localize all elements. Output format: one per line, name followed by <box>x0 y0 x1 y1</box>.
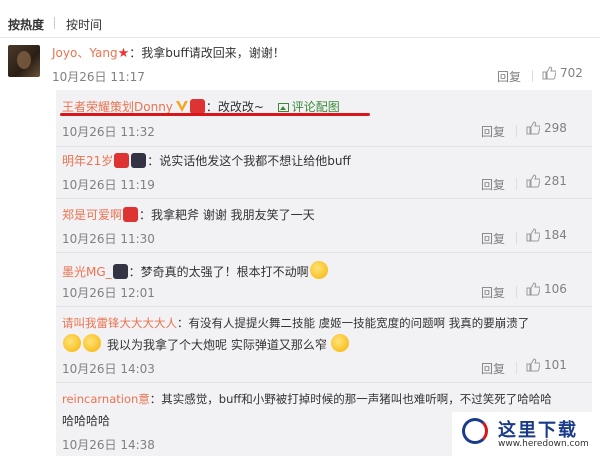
action-divider <box>516 362 517 374</box>
verified-v-icon <box>175 101 188 112</box>
reply-time: 10月26日 14:38 <box>62 438 155 452</box>
like-count: 101 <box>544 358 567 372</box>
reply-text: ：其实感觉，buff和小野被打掉时候的那一声猪叫也难听啊，不过笑死了哈哈哈 <box>149 392 552 406</box>
reply-time: 10月26日 11:30 <box>62 232 155 246</box>
main-comment-text: ：我拿buff请改回来，谢谢！ <box>129 46 285 60</box>
thumbs-up-icon <box>526 174 540 188</box>
crying-emoji-icon <box>330 334 349 352</box>
crying-emoji-icon <box>83 334 101 352</box>
thumbs-up-icon <box>526 282 540 296</box>
level-badge-icon <box>114 153 130 168</box>
reply-line-continued: 哈哈哈哈 <box>62 413 110 429</box>
like-count: 184 <box>544 228 567 242</box>
like-button[interactable]: 101 <box>526 358 567 372</box>
tab-divider <box>54 17 55 29</box>
reply-text: ：说实话他发这个我都不想让给他buff <box>147 154 351 168</box>
main-comment-time: 10月26日 11:17 <box>52 70 145 84</box>
action-divider <box>516 125 517 137</box>
thumbs-up-icon <box>526 228 540 242</box>
reply-username[interactable]: 王者荣耀策划Donny <box>62 100 173 114</box>
crying-emoji-icon <box>63 334 81 352</box>
reply-username[interactable]: 请叫我雷锋大大大大人 <box>62 316 177 330</box>
main-comment-username[interactable]: Joyo、Yang <box>52 46 118 60</box>
reply-username[interactable]: 墨光MG_ <box>62 265 112 279</box>
comment-picture-label: 评论配图 <box>291 100 340 114</box>
reply-text-continued: 哈哈哈哈 <box>62 414 111 428</box>
thumbs-up-icon <box>542 66 556 80</box>
thumbs-up-icon <box>526 121 540 135</box>
reply-time: 10月26日 12:01 <box>62 286 155 300</box>
reply-username[interactable]: 明年21岁 <box>62 154 113 168</box>
sort-tabs: 按热度 按时间 <box>0 0 600 38</box>
reply-text-continued: 我以为我拿了个大炮呢 实际弹道又那么窄 <box>107 338 327 352</box>
reply-line: 明年21岁 ：说实话他发这个我都不想让给他buff <box>62 153 351 169</box>
main-reply-button[interactable]: 回复 <box>497 68 521 85</box>
reply-time: 10月26日 11:32 <box>62 125 155 139</box>
reply-text: ：我拿耙斧 谢谢 我朋友笑了一天 <box>139 208 315 222</box>
main-like-count: 702 <box>560 66 583 80</box>
reply-button[interactable]: 回复 <box>481 230 505 247</box>
action-divider <box>532 70 533 82</box>
reply-divider <box>56 198 592 199</box>
reply-line: 墨光MG_ ：梦奇真的太强了！根本打不动啊 <box>62 261 329 280</box>
reply-button[interactable]: 回复 <box>481 176 505 193</box>
reply-divider <box>56 146 592 147</box>
reply-button[interactable]: 回复 <box>481 123 505 140</box>
like-button[interactable]: 184 <box>526 228 567 242</box>
reply-line: 请叫我雷锋大大大大人：有没有人提提火舞二技能 虞姬一技能宽度的问题啊 我真的要崩… <box>62 315 529 331</box>
reply-text: ：梦奇真的太强了！根本打不动啊 <box>128 265 309 279</box>
member-badge-icon <box>112 264 128 279</box>
tab-sort-time[interactable]: 按时间 <box>66 16 102 33</box>
reply-time: 10月26日 11:19 <box>62 178 155 192</box>
like-button[interactable]: 106 <box>526 282 567 296</box>
reply-text: ：改改改~ <box>205 100 264 114</box>
main-comment-line: Joyo、Yang★：我拿buff请改回来，谢谢！ <box>52 45 285 62</box>
like-count: 106 <box>544 282 567 296</box>
like-button[interactable]: 298 <box>526 121 567 135</box>
like-count: 298 <box>544 121 567 135</box>
picture-icon <box>277 103 289 112</box>
comment-picture-link[interactable]: 评论配图 <box>277 100 340 114</box>
reply-button[interactable]: 回复 <box>481 284 505 301</box>
watermark-url: www.heredown.com <box>498 439 589 449</box>
action-divider <box>516 286 517 298</box>
reply-time: 10月26日 14:03 <box>62 362 155 376</box>
reply-line-continued: 我以为我拿了个大炮呢 实际弹道又那么窄 <box>62 334 350 353</box>
level-badge-icon <box>189 99 205 114</box>
tab-sort-hot[interactable]: 按热度 <box>8 16 44 33</box>
reply-username[interactable]: 郑是可爱啊 <box>62 208 122 222</box>
action-divider <box>516 178 517 190</box>
reply-username[interactable]: reincarnation意 <box>62 392 150 406</box>
watermark-logo-icon <box>462 418 488 444</box>
member-badge-icon <box>131 153 147 168</box>
reply-button[interactable]: 回复 <box>481 360 505 377</box>
reply-text: ：有没有人提提火舞二技能 虞姬一技能宽度的问题啊 我真的要崩溃了 <box>177 316 530 330</box>
level-badge-icon <box>123 207 139 222</box>
like-count: 281 <box>544 174 567 188</box>
reply-line: 郑是可爱啊 ：我拿耙斧 谢谢 我朋友笑了一天 <box>62 207 315 223</box>
avatar[interactable] <box>8 45 40 77</box>
main-like-button[interactable]: 702 <box>542 66 583 80</box>
action-divider <box>516 232 517 244</box>
crying-emoji-icon <box>309 261 328 279</box>
reply-divider <box>56 252 592 253</box>
reply-divider <box>56 382 592 383</box>
like-button[interactable]: 281 <box>526 174 567 188</box>
reply-divider <box>56 306 592 307</box>
vip-star-icon: ★ <box>117 46 130 61</box>
site-watermark: 这里下载 www.heredown.com <box>452 412 600 456</box>
reply-line: reincarnation意：其实感觉，buff和小野被打掉时候的那一声猪叫也难… <box>62 391 552 407</box>
thumbs-up-icon <box>526 358 540 372</box>
highlight-underline <box>60 113 370 116</box>
